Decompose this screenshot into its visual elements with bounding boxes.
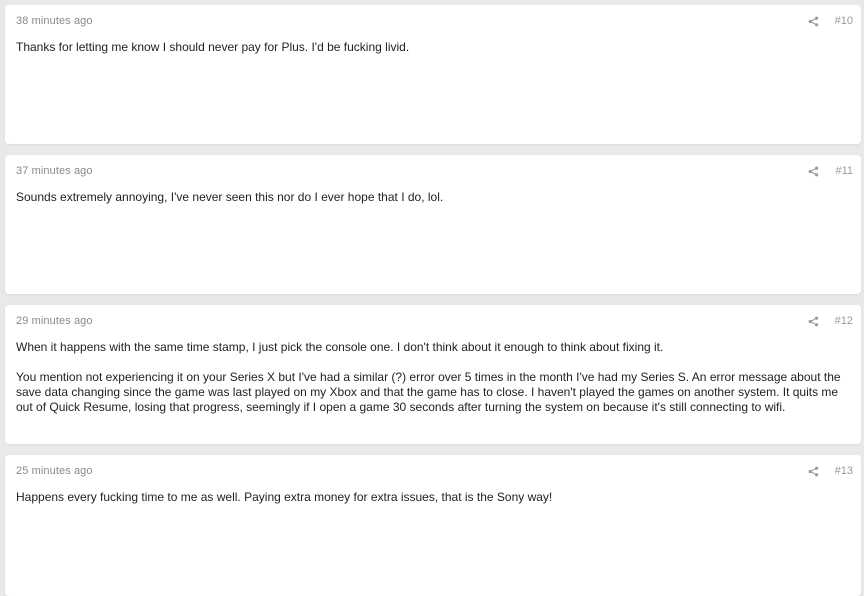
- post-content: Sounds extremely annoying, I've never se…: [16, 190, 849, 220]
- post-timestamp: 37 minutes ago: [16, 165, 93, 177]
- share-icon[interactable]: [808, 316, 819, 327]
- post-content: Thanks for letting me know I should neve…: [16, 40, 849, 70]
- post-paragraph: Happens every fucking time to me as well…: [16, 490, 553, 504]
- share-icon[interactable]: [808, 16, 819, 27]
- post-card: 38 minutes ago #10 Thanks for letting me…: [5, 5, 861, 144]
- post-actions: #12: [808, 315, 853, 327]
- post-number-link[interactable]: #10: [835, 15, 853, 27]
- post-content: When it happens with the same time stamp…: [16, 340, 849, 430]
- post-paragraph: Sounds extremely annoying, I've never se…: [16, 190, 444, 204]
- post-timestamp: 38 minutes ago: [16, 15, 93, 27]
- post-content: Happens every fucking time to me as well…: [16, 490, 849, 520]
- post-card: 29 minutes ago #12 When it happens with …: [5, 305, 861, 444]
- post-paragraph: When it happens with the same time stamp…: [16, 340, 664, 354]
- post-card: 37 minutes ago #11 Sounds extremely anno…: [5, 155, 861, 294]
- share-icon[interactable]: [808, 166, 819, 177]
- post-actions: #10: [808, 15, 853, 27]
- post-paragraph: Thanks for letting me know I should neve…: [16, 40, 410, 54]
- post-actions: #13: [808, 465, 853, 477]
- share-icon[interactable]: [808, 466, 819, 477]
- post-number-link[interactable]: #12: [835, 315, 853, 327]
- post-number-link[interactable]: #11: [835, 165, 853, 177]
- post-card: 25 minutes ago #13 Happens every fucking…: [5, 455, 861, 596]
- post-actions: #11: [808, 165, 853, 177]
- post-paragraph: You mention not experiencing it on your …: [16, 370, 841, 414]
- post-timestamp: 29 minutes ago: [16, 315, 93, 327]
- post-number-link[interactable]: #13: [835, 465, 853, 477]
- post-timestamp: 25 minutes ago: [16, 465, 93, 477]
